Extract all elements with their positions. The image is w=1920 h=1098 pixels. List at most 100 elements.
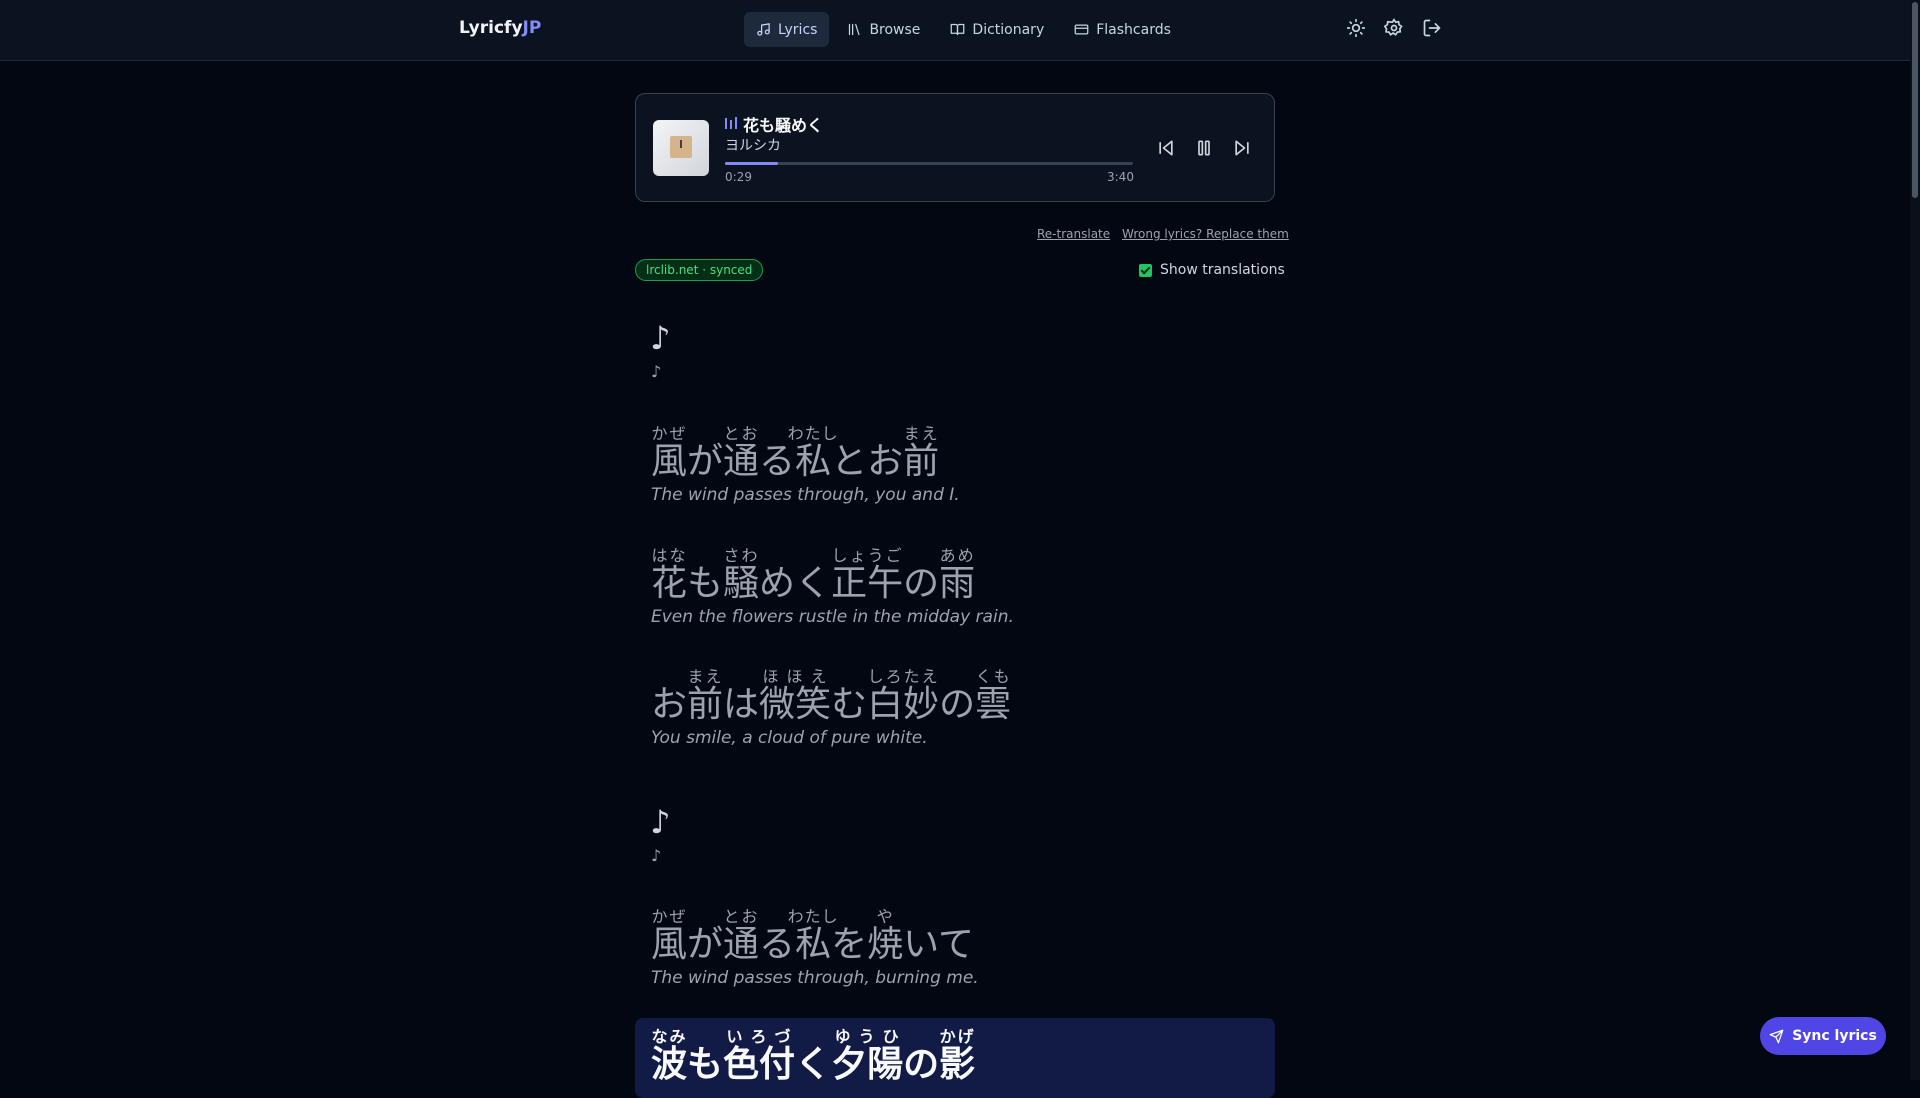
kanji-with-furigana[interactable]: 色付いろづ xyxy=(723,1027,795,1085)
pause-icon[interactable] xyxy=(1194,138,1214,158)
instrumental-note-small: ♪ xyxy=(651,362,662,381)
instrumental-note-small: ♪ xyxy=(651,846,662,865)
kana-text: お xyxy=(651,684,688,725)
lyric-line[interactable]: 風かぜが通とおる私わたしとお前まえ xyxy=(651,424,939,480)
music-note-icon xyxy=(757,23,770,36)
kanji-with-furigana[interactable]: 影かげ xyxy=(939,1027,975,1085)
nav-item-dictionary[interactable]: Dictionary xyxy=(938,12,1056,47)
furigana: ほほえ xyxy=(759,667,832,686)
scrollbar-thumb[interactable] xyxy=(1912,2,1918,198)
sync-lyrics-label: Sync lyrics xyxy=(1792,1028,1877,1044)
kanji-with-furigana[interactable]: 白妙しろたえ xyxy=(867,667,939,725)
instrumental-note: ♪ xyxy=(650,803,671,841)
kanji-with-furigana[interactable]: 私わたし xyxy=(788,424,839,482)
kana-text: く xyxy=(795,1044,832,1085)
kanji-with-furigana[interactable]: 花はな xyxy=(651,546,687,604)
progress-fill xyxy=(725,162,779,165)
nav-item-flashcards[interactable]: Flashcards xyxy=(1062,12,1183,47)
nav-item-label: Flashcards xyxy=(1096,21,1171,38)
furigana: わたし xyxy=(787,424,839,443)
lyric-translation: You smile, a cloud of pure white. xyxy=(651,728,928,748)
source-badge: lrclib.net · synced xyxy=(635,259,764,281)
replace-lyrics-link[interactable]: Wrong lyrics? Replace them xyxy=(1122,227,1289,241)
kana-text: いて xyxy=(903,924,975,965)
send-icon xyxy=(1769,1029,1784,1043)
kanji-with-furigana[interactable]: 前まえ xyxy=(687,667,723,725)
furigana: まえ xyxy=(687,667,724,686)
album-art xyxy=(653,120,709,176)
kana-text: が xyxy=(687,441,724,482)
kanji-with-furigana[interactable]: 前まえ xyxy=(903,424,939,482)
song-artist: ヨルシカ xyxy=(725,138,781,154)
furigana: や xyxy=(867,907,904,926)
kanji-with-furigana[interactable]: 通とお xyxy=(723,424,759,482)
gear-icon[interactable] xyxy=(1383,18,1404,38)
furigana: とお xyxy=(723,424,760,443)
furigana: まえ xyxy=(903,424,940,443)
sun-icon[interactable] xyxy=(1346,18,1366,38)
top-nav-bar: LyricfyJP Lyrics Browse Dictionary Flash… xyxy=(0,0,1910,61)
lyric-translation: The wind passes through, burning me. xyxy=(651,968,979,988)
kanji-with-furigana[interactable]: 通とお xyxy=(723,907,759,965)
app-logo[interactable]: LyricfyJP xyxy=(459,18,541,38)
show-translations-checkbox[interactable] xyxy=(1139,263,1152,277)
nav-item-lyrics[interactable]: Lyrics xyxy=(744,12,830,47)
kanji-with-furigana[interactable]: 私わたし xyxy=(788,907,839,965)
kana-text: が xyxy=(687,924,724,965)
kana-text: めく xyxy=(759,563,832,604)
library-icon xyxy=(849,23,860,36)
furigana: しょうご xyxy=(831,546,904,565)
logo-text: Lyricfy xyxy=(459,18,523,38)
kanji-with-furigana[interactable]: 波なみ xyxy=(651,1027,687,1085)
furigana: とお xyxy=(723,907,760,926)
furigana: かぜ xyxy=(651,907,688,926)
nav-item-browse[interactable]: Browse xyxy=(835,12,932,47)
progress-bar[interactable] xyxy=(725,162,1133,165)
now-playing-card: 花も騒めく ヨルシカ 0:29 3:40 xyxy=(635,93,1275,202)
show-translations-toggle[interactable]: Show translations xyxy=(1139,262,1285,278)
kanji-with-furigana[interactable]: 正午しょうご xyxy=(831,546,903,604)
kanji-with-furigana[interactable]: 焼や xyxy=(867,907,903,965)
skip-back-icon[interactable] xyxy=(1156,138,1176,158)
lyric-translation: The wind passes through, you and I. xyxy=(651,485,960,505)
furigana: いろづ xyxy=(723,1027,796,1046)
current-time: 0:29 xyxy=(725,170,752,184)
lyric-line[interactable]: お前まえは微笑ほほえむ白妙しろたえの雲くも xyxy=(651,667,1011,723)
kanji-with-furigana[interactable]: 騒さわ xyxy=(723,546,759,604)
furigana: しろたえ xyxy=(867,667,940,686)
furigana: あめ xyxy=(939,546,976,565)
furigana: ゆうひ xyxy=(831,1027,904,1046)
kanji-with-furigana[interactable]: 風かぜ xyxy=(651,424,687,482)
kanji-with-furigana[interactable]: 夕陽ゆうひ xyxy=(831,1027,903,1085)
instrumental-note: ♪ xyxy=(650,319,671,357)
skip-forward-icon[interactable] xyxy=(1232,138,1252,158)
lyric-translation: Even the flowers rustle in the midday ra… xyxy=(651,607,1014,627)
kana-text: の xyxy=(939,684,976,725)
kanji-with-furigana[interactable]: 雲くも xyxy=(975,667,1011,725)
cards-icon xyxy=(1074,24,1089,35)
logout-icon[interactable] xyxy=(1422,18,1442,38)
kanji-with-furigana[interactable]: 雨あめ xyxy=(939,546,975,604)
total-time: 3:40 xyxy=(1107,170,1134,184)
lyric-line[interactable]: 風かぜが通とおる私わたしを焼やいて xyxy=(651,907,974,963)
book-icon xyxy=(951,23,965,36)
header-actions xyxy=(1346,18,1442,38)
kanji-with-furigana[interactable]: 微笑ほほえ xyxy=(759,667,831,725)
furigana: くも xyxy=(975,667,1012,686)
equalizer-icon xyxy=(725,117,737,129)
furigana: なみ xyxy=(651,1027,688,1046)
kana-text: の xyxy=(903,563,940,604)
kanji-with-furigana[interactable]: 風かぜ xyxy=(651,907,687,965)
lyric-line[interactable]: 花はなも騒さわめく正午しょうごの雨あめ xyxy=(651,546,975,602)
show-translations-label: Show translations xyxy=(1160,262,1285,278)
main-nav: Lyrics Browse Dictionary Flashcards xyxy=(744,12,1183,47)
kana-text: む xyxy=(831,684,868,725)
retranslate-link[interactable]: Re-translate xyxy=(1037,227,1110,241)
kana-text: は xyxy=(723,684,760,725)
furigana: かぜ xyxy=(651,424,688,443)
sync-lyrics-button[interactable]: Sync lyrics xyxy=(1760,1017,1886,1055)
lyric-line-active[interactable]: 波なみも色付いろづく夕陽ゆうひの影かげ xyxy=(651,1027,975,1083)
furigana: さわ xyxy=(723,546,760,565)
page-scrollbar[interactable] xyxy=(1910,0,1920,1080)
furigana: はな xyxy=(651,546,688,565)
